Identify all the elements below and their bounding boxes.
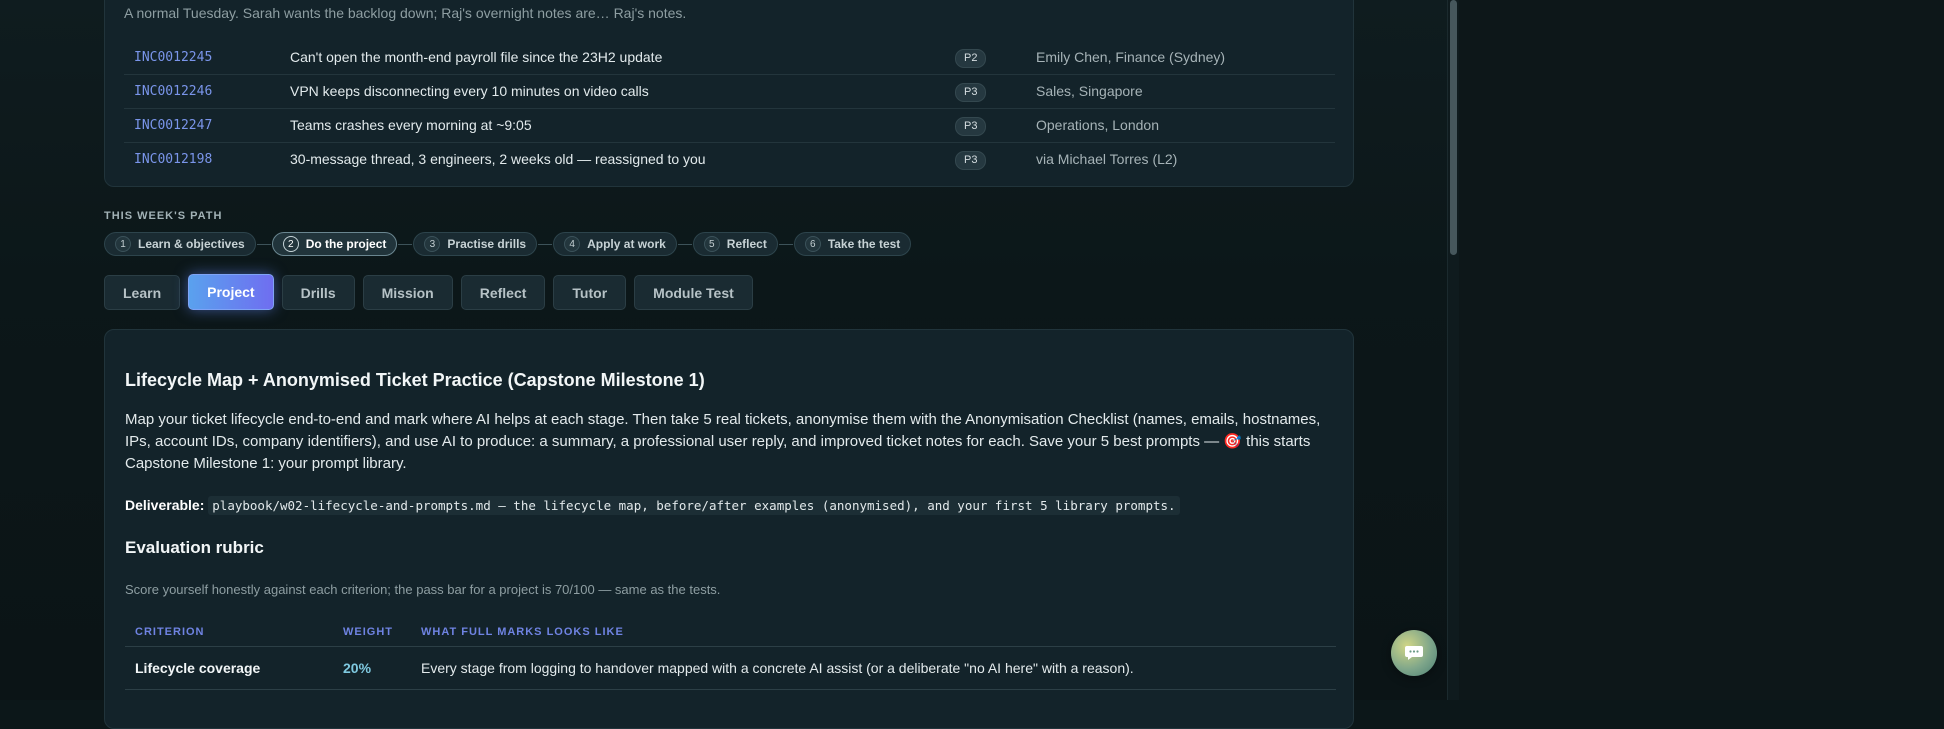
ticket-row[interactable]: INC0012247 Teams crashes every morning at… [124, 109, 1335, 143]
priority-badge: P3 [955, 151, 987, 170]
chat-button[interactable] [1391, 630, 1437, 676]
step-label: Reflect [726, 237, 767, 251]
ticket-requester: via Michael Torres (L2) [1036, 151, 1178, 167]
ticket-row[interactable]: INC0012246 VPN keeps disconnecting every … [124, 75, 1335, 109]
project-card: Lifecycle Map + Anonymised Ticket Practi… [104, 329, 1354, 729]
step-connector [256, 243, 271, 245]
tab-module-test[interactable]: Module Test [634, 275, 753, 310]
step-label: Do the project [305, 237, 387, 251]
step-number: 1 [115, 236, 131, 252]
rubric-description: Every stage from logging to handover map… [421, 660, 1134, 676]
rubric-row: Lifecycle coverage 20% Every stage from … [125, 647, 1336, 690]
deliverable-code: playbook/w02-lifecycle-and-prompts.md — … [208, 496, 1180, 515]
tab-project[interactable]: Project [188, 274, 274, 310]
rubric-weight: 20% [343, 660, 372, 676]
priority-badge: P2 [955, 49, 987, 68]
ticket-id-link[interactable]: INC0012245 [134, 41, 212, 74]
step-number: 3 [424, 236, 441, 252]
chat-bubble-icon [1405, 646, 1423, 660]
step-number: 6 [804, 236, 821, 252]
rubric-note: Score yourself honestly against each cri… [125, 582, 721, 597]
ticket-row[interactable]: INC0012245 Can't open the month-end payro… [124, 41, 1335, 75]
path-step[interactable]: 3 Practise drills [413, 232, 538, 256]
step-number: 5 [703, 236, 720, 252]
page: A normal Tuesday. Sarah wants the backlo… [0, 0, 1944, 729]
step-connector [778, 243, 793, 245]
ticket-id-link[interactable]: INC0012247 [134, 109, 212, 142]
scenario-intro: A normal Tuesday. Sarah wants the backlo… [124, 5, 687, 21]
ticket-description: Teams crashes every morning at ~9:05 [290, 117, 532, 133]
deliverable-label: Deliverable: [125, 497, 205, 513]
path-step[interactable]: 4 Apply at work [553, 232, 677, 256]
rubric-title: Evaluation rubric [125, 538, 264, 557]
step-label: Practise drills [447, 237, 527, 251]
step-connector [398, 243, 413, 245]
ticket-id-link[interactable]: INC0012246 [134, 75, 212, 108]
ticket-description: Can't open the month-end payroll file si… [290, 49, 663, 65]
tab-learn[interactable]: Learn [104, 275, 181, 310]
ticket-row[interactable]: INC0012198 30-message thread, 3 engineers… [124, 143, 1335, 176]
path-step[interactable]: 2 Do the project [271, 232, 398, 256]
step-label: Take the test [827, 237, 901, 251]
step-connector [538, 243, 553, 245]
tab-mission[interactable]: Mission [362, 275, 453, 310]
rubric-header-description: WHAT FULL MARKS LOOKS LIKE [421, 626, 624, 638]
project-description: Map your ticket lifecycle end-to-end and… [125, 411, 1321, 472]
path-step[interactable]: 5 Reflect [692, 232, 778, 256]
tab-reflect[interactable]: Reflect [460, 275, 546, 310]
step-label: Apply at work [587, 237, 666, 251]
rubric-header: CRITERION WEIGHT WHAT FULL MARKS LOOKS L… [125, 618, 1336, 647]
week-path-steps: 1 Learn & objectives 2 Do the project 3 Pract… [104, 231, 912, 257]
ticket-requester: Operations, London [1036, 117, 1159, 133]
path-step[interactable]: 6 Take the test [793, 232, 912, 256]
priority-badge: P3 [955, 83, 987, 102]
project-title: Lifecycle Map + Anonymised Ticket Practi… [125, 370, 705, 390]
rubric-criterion: Lifecycle coverage [135, 660, 261, 676]
step-label: Learn & objectives [138, 237, 245, 251]
module-tabs: Learn Project Drills Mission Reflect Tutor Mod… [104, 274, 753, 310]
ticket-description: 30-message thread, 3 engineers, 2 weeks … [290, 151, 706, 167]
deliverable: Deliverable: playbook/w02-lifecycle-and-… [125, 496, 1180, 515]
step-number: 4 [564, 236, 581, 252]
scrollbar-thumb[interactable] [1450, 0, 1457, 255]
priority-badge: P3 [955, 117, 987, 136]
ticket-id-link[interactable]: INC0012198 [134, 143, 212, 176]
rubric-header-weight: WEIGHT [343, 626, 393, 638]
step-connector [677, 243, 692, 245]
tab-drills[interactable]: Drills [281, 275, 355, 310]
incidents-card: A normal Tuesday. Sarah wants the backlo… [104, 0, 1354, 187]
ticket-list: INC0012245 Can't open the month-end payro… [124, 41, 1335, 176]
ticket-requester: Emily Chen, Finance (Sydney) [1036, 49, 1226, 65]
path-label: THIS WEEK'S PATH [104, 210, 223, 222]
ticket-description: VPN keeps disconnecting every 10 minutes… [290, 83, 649, 99]
path-step[interactable]: 1 Learn & objectives [104, 232, 256, 256]
rubric-header-criterion: CRITERION [135, 626, 205, 638]
tab-tutor[interactable]: Tutor [553, 275, 627, 310]
right-pane [1459, 0, 1944, 700]
step-number: 2 [282, 236, 299, 252]
ticket-requester: Sales, Singapore [1036, 83, 1143, 99]
